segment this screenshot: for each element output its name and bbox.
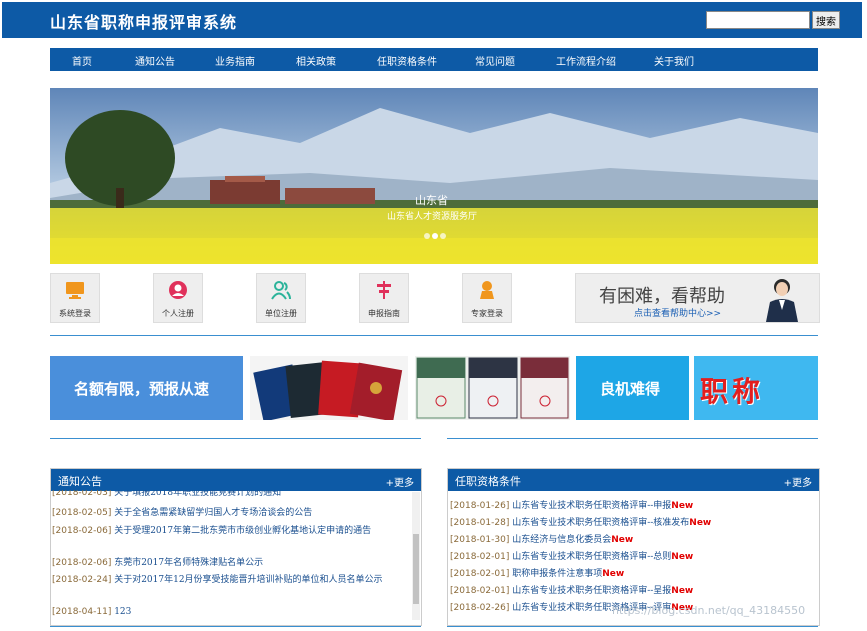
tile-label: 单位注册: [265, 309, 297, 318]
nav-item-notices[interactable]: 通知公告: [135, 53, 175, 68]
monitor-icon: [66, 282, 84, 299]
promo-text: 职称: [700, 375, 765, 408]
tile-label: 专家登录: [471, 309, 503, 318]
help-title: 有困难，看帮助: [599, 286, 725, 307]
list-item[interactable]: [2018-04-11] 123: [52, 605, 407, 619]
nav-item-guide[interactable]: 业务指南: [215, 53, 255, 68]
new-badge: New: [611, 535, 634, 545]
new-badge: New: [671, 552, 694, 562]
main-nav: 首页 通知公告 业务指南 相关政策 任职资格条件 常见问题 工作流程介绍 关于我…: [50, 48, 818, 71]
list-item[interactable]: [2018-02-03] 关于填报2018年职业技能竞赛计划的通知: [52, 490, 407, 500]
qualifications-panel: 任职资格条件 +更多 [2018-01-26] 山东省专业技术职务任职资格评审-…: [447, 468, 820, 626]
expert-icon: [480, 281, 494, 299]
tile-system-login[interactable]: 系统登录: [50, 273, 100, 323]
help-center-link[interactable]: 点击查看帮助中心>>: [634, 306, 721, 319]
list-item[interactable]: [2018-02-01] 职称申报条件注意事项New: [450, 567, 624, 581]
tile-unit-register[interactable]: 单位注册: [256, 273, 306, 323]
open-certificates-icon: [416, 357, 569, 419]
tile-expert-login[interactable]: 专家登录: [462, 273, 512, 323]
list-item[interactable]: [2018-02-06] 关于受理2017年第二批东莞市市级创业孵化基地认定申请…: [52, 524, 407, 538]
divider: [50, 438, 421, 439]
notices-scrollbar[interactable]: [412, 492, 420, 620]
banner-caption-subtitle: 山东省人才资源服务厅: [387, 212, 478, 222]
new-badge: New: [671, 501, 694, 511]
panel-header: 通知公告 +更多: [51, 469, 421, 491]
panel-title: 通知公告: [58, 475, 102, 488]
list-item[interactable]: [2018-01-30] 山东经济与信息化委员会New: [450, 533, 633, 547]
notices-panel: 通知公告 +更多 [2018-02-03] 关于填报2018年职业技能竞赛计划的…: [50, 468, 422, 626]
certificate-books-icon: [253, 360, 403, 420]
scrollbar-thumb[interactable]: [413, 534, 419, 604]
panel-header: 任职资格条件 +更多: [448, 469, 819, 491]
more-link[interactable]: +更多: [784, 474, 812, 489]
nav-item-policies[interactable]: 相关政策: [296, 53, 336, 68]
tile-label: 申报指南: [368, 309, 400, 318]
panel-title: 任职资格条件: [455, 475, 521, 488]
site-title: 山东省职称申报评审系统: [50, 13, 238, 32]
more-link[interactable]: +更多: [386, 474, 414, 489]
list-item[interactable]: [2018-01-26] 山东省专业技术职务任职资格评审--申报New: [450, 499, 693, 513]
list-item[interactable]: [2018-02-05] 关于全省急需紧缺留学归国人才专场洽谈会的公告: [52, 506, 407, 520]
nav-item-faq[interactable]: 常见问题: [475, 53, 515, 68]
promo-banner-opportunity[interactable]: 良机难得: [576, 356, 689, 420]
carousel-dot-active[interactable]: [432, 233, 438, 239]
carousel-dot[interactable]: [424, 233, 430, 239]
nav-item-workflow[interactable]: 工作流程介绍: [556, 53, 616, 68]
user-circle-icon: [169, 281, 187, 299]
tile-application-guide[interactable]: 申报指南: [359, 273, 409, 323]
search-button[interactable]: 搜索: [812, 11, 840, 29]
promo-text: 名额有限，预报从速: [74, 380, 210, 398]
tile-label: 系统登录: [59, 309, 91, 318]
certificates-image: [250, 356, 408, 420]
divider: [447, 438, 818, 439]
list-item[interactable]: [2018-02-06] 东莞市2017年名师特殊津贴名单公示: [52, 556, 407, 570]
banner-caption-title: 山东省: [415, 194, 448, 207]
carousel-dot[interactable]: [440, 233, 446, 239]
banner-carousel[interactable]: 山东省 山东省人才资源服务厅: [50, 88, 818, 264]
help-center-panel[interactable]: 有困难，看帮助 点击查看帮助中心>>: [575, 273, 820, 323]
nav-item-qualifications[interactable]: 任职资格条件: [377, 53, 437, 68]
search-input[interactable]: [706, 11, 810, 29]
new-badge: New: [602, 569, 625, 579]
divider: [50, 626, 421, 627]
list-item[interactable]: [2018-02-24] 关于对2017年12月份享受技能晋升培训补贴的单位和人…: [52, 573, 407, 587]
tile-label: 个人注册: [162, 309, 194, 318]
promo-banner-title[interactable]: 职称: [694, 356, 818, 420]
promo-banner-quota[interactable]: 名额有限，预报从速: [50, 356, 243, 420]
new-badge: New: [671, 586, 694, 596]
list-item[interactable]: [2018-02-01] 山东省专业技术职务任职资格评审--总则New: [450, 550, 693, 564]
new-badge: New: [689, 518, 712, 528]
watermark: https://blog.csdn.net/qq_43184550: [612, 604, 806, 617]
tile-personal-register[interactable]: 个人注册: [153, 273, 203, 323]
signpost-icon: [377, 281, 391, 299]
divider: [447, 626, 818, 627]
group-icon: [271, 281, 291, 300]
divider: [50, 335, 818, 336]
support-agent-image: [766, 279, 798, 322]
list-item[interactable]: [2018-01-28] 山东省专业技术职务任职资格评审--核准发布New: [450, 516, 711, 530]
certificates-open-image: [415, 356, 570, 420]
nav-item-about[interactable]: 关于我们: [654, 53, 694, 68]
nav-item-home[interactable]: 首页: [72, 53, 92, 68]
list-item[interactable]: [2018-02-01] 山东省专业技术职务任职资格评审--呈报New: [450, 584, 693, 598]
promo-text: 良机难得: [600, 380, 661, 398]
